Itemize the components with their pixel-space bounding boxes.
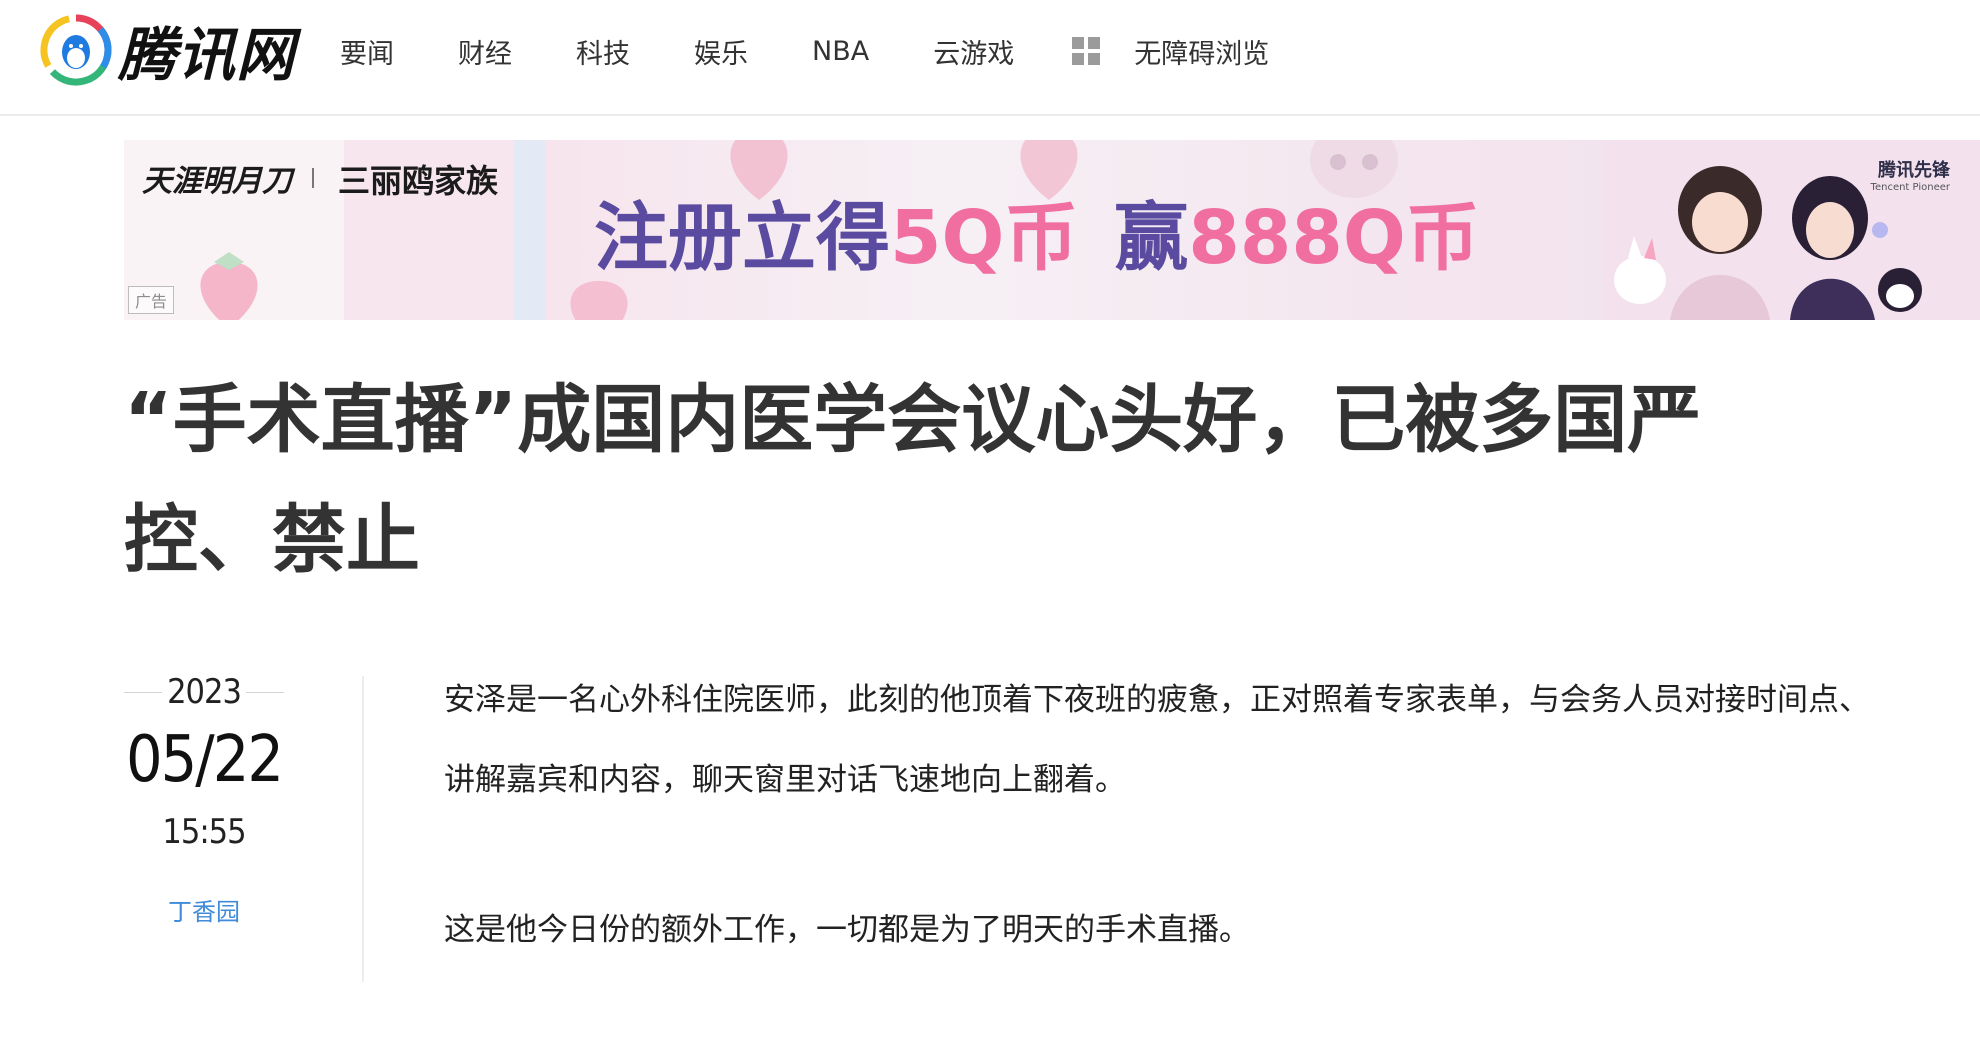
article-paragraph: 安泽是一名心外科住院医师，此刻的他顶着下夜班的疲惫，正对照着专家表单，与会务人员… — [444, 682, 1870, 798]
logo-text: 腾讯网 — [118, 21, 296, 89]
ad-pioneer-text: 腾讯先锋 — [1878, 160, 1950, 181]
accessibility-link[interactable]: 无障碍浏览 — [1134, 32, 1269, 71]
ad-pioneer-logo: 腾讯先锋 Tencent Pioneer — [1871, 156, 1950, 193]
article-paragraph: 这是他今日份的额外工作，一切都是为了明天的手术直播。 — [444, 912, 1250, 948]
nav-item-nba[interactable]: NBA — [812, 36, 869, 67]
ad-stripe — [514, 140, 546, 320]
ad-brand-sanrio: 三丽鸥家族 — [338, 162, 499, 200]
site-logo[interactable]: 腾讯网 — [40, 12, 295, 89]
top-nav: 要闻 财经 科技 娱乐 NBA 云游戏 无障碍浏览 — [340, 0, 1269, 102]
article-title: “手术直播”成国内医学会议心头好，已被多国严控、禁止 — [124, 377, 1702, 583]
ad-brand-divider — [312, 168, 314, 188]
ad-headline-888q: 888Q币 — [1188, 195, 1480, 281]
article-meta: 2023 05/22 15:55 丁香园 — [124, 670, 284, 927]
ad-headline-win: 赢 — [1114, 195, 1189, 281]
ad-brand-tianya: 天涯明月刀 — [142, 164, 292, 199]
ad-banner[interactable]: 天涯明月刀 三丽鸥家族 注册立得5Q币 赢888Q币 腾讯先锋 Tencent P… — [124, 140, 1980, 320]
nav-item-finance[interactable]: 财经 — [458, 32, 512, 71]
nav-item-news[interactable]: 要闻 — [340, 32, 394, 71]
article-source-link[interactable]: 丁香园 — [124, 892, 284, 927]
strawberry-decoration-icon — [200, 252, 258, 320]
more-grid-icon[interactable] — [1072, 37, 1101, 65]
publish-date: 05/22 — [126, 723, 284, 797]
nav-item-tech[interactable]: 科技 — [576, 32, 630, 71]
qq-penguin-logo-icon — [40, 14, 112, 86]
nav-item-entertainment[interactable]: 娱乐 — [694, 32, 748, 71]
ad-label-badge: 广告 — [128, 286, 175, 314]
publish-time: 15:55 — [162, 812, 246, 852]
publish-year: 2023 — [124, 670, 284, 714]
ad-headline-register: 注册立得 — [594, 195, 890, 281]
ad-pioneer-subtext: Tencent Pioneer — [1870, 182, 1950, 193]
nav-item-cloud-gaming[interactable]: 云游戏 — [933, 32, 1014, 71]
ad-headline: 注册立得5Q币 赢888Q币 — [594, 178, 1480, 285]
top-header: 腾讯网 要闻 财经 科技 娱乐 NBA 云游戏 无障碍浏览 — [0, 0, 1980, 116]
meta-divider — [362, 676, 364, 982]
article-body: 安泽是一名心外科住院医师，此刻的他顶着下夜班的疲惫，正对照着专家表单，与会务人员… — [444, 660, 1894, 1040]
ad-headline-5q: 5Q币 — [890, 195, 1079, 281]
